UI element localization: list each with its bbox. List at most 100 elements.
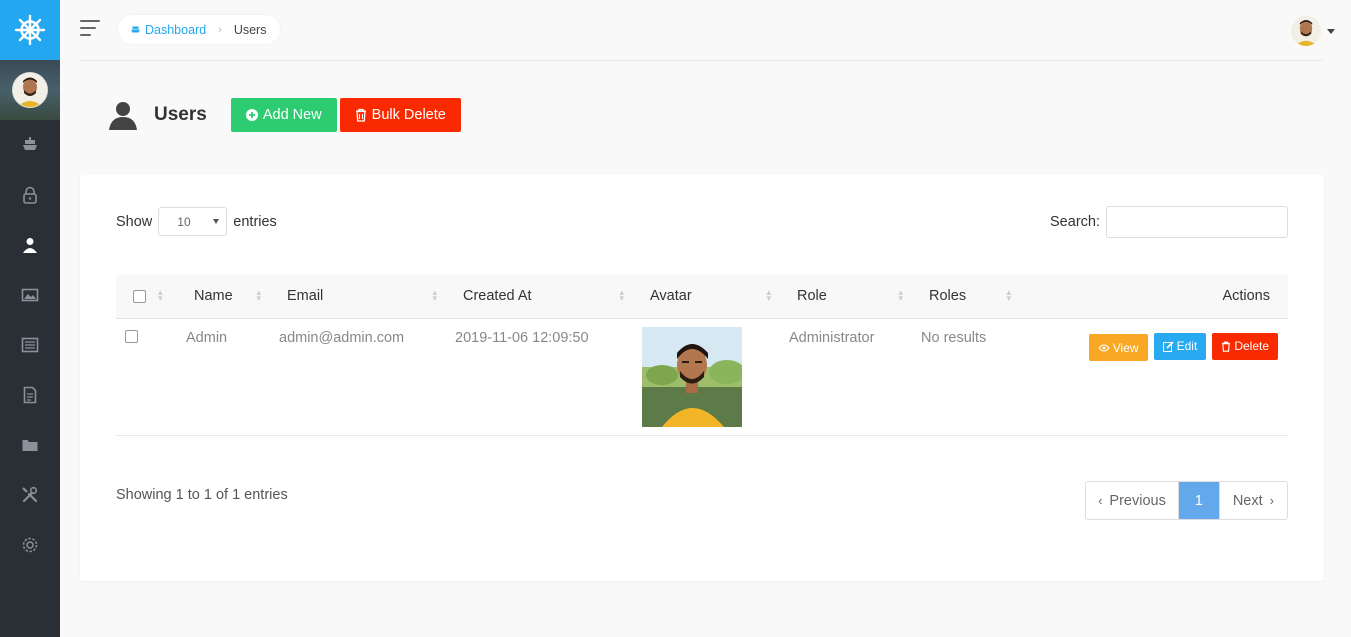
trash-icon [355,108,366,122]
next-page-button[interactable]: Next › [1218,482,1287,519]
avatar [1291,16,1321,46]
cell-name: Admin [186,329,228,346]
user-avatar-image [642,326,742,427]
header-avatar[interactable]: Avatar ▴ ▾ [630,275,777,318]
header-name[interactable]: Name ▴ ▾ [174,275,267,318]
header-role[interactable]: Role ▴ ▾ [777,275,909,318]
view-label: View [1112,340,1139,355]
page-title: Users [154,104,207,125]
bulk-delete-button[interactable]: Bulk Delete [339,98,461,132]
header-roles-label: Roles [929,288,967,305]
brand-logo[interactable] [0,0,60,60]
breadcrumb: Dashboard › Users [118,15,281,44]
previous-label: Previous [1109,492,1166,509]
edit-icon [1162,340,1174,352]
sort-icon: ▴ ▾ [256,287,261,303]
sidebar-item-roles[interactable] [0,170,60,220]
header-actions-label: Actions [1222,288,1270,305]
eye-icon [1098,344,1110,351]
sidebar-item-categories[interactable] [0,420,60,470]
cell-role: Administrator [789,329,875,346]
sidebar-item-posts[interactable] [0,320,60,370]
cell-roles: No results [921,329,987,346]
page-size-select[interactable]: 10 [158,207,228,236]
table-row: Admin admin@admin.com 2019-11-06 12:09:5… [116,318,1288,435]
show-label: Show [116,213,153,230]
header-created-at-label: Created At [463,288,532,305]
select-all-checkbox[interactable] [133,289,146,303]
document-icon [23,386,37,404]
sidebar-item-users[interactable] [0,220,60,270]
delete-button[interactable]: Delete [1212,332,1278,360]
previous-page-button[interactable]: ‹ Previous [1086,482,1179,519]
plus-circle-icon [245,109,258,121]
page-size-value: 10 [177,214,191,229]
chevron-right-icon: › [1269,493,1274,508]
table-info: Showing 1 to 1 of 1 entries [116,487,288,503]
folder-icon [22,440,38,451]
sort-icon: ▴ ▾ [619,287,624,303]
row-checkbox[interactable] [125,329,138,343]
chevron-left-icon: ‹ [1098,493,1103,508]
table-header-row: ▴ ▾ Name ▴ ▾ Email ▴ ▾ Created At ▴ ▾ Avatar… [116,275,1288,318]
breadcrumb-dashboard-link[interactable]: Dashboard [130,23,206,37]
edit-button[interactable]: Edit [1153,332,1207,360]
chevron-down-icon [1327,28,1335,34]
cell-avatar [630,318,777,435]
breadcrumb-current: Users [233,22,267,37]
add-new-button[interactable]: Add New [230,98,337,132]
gear-icon [22,537,38,553]
pagination: ‹ Previous 1 Next › [1085,481,1288,520]
chevron-down-icon [213,219,220,224]
cell-email: admin@admin.com [279,329,405,346]
trash-icon [1222,341,1231,352]
cell-actions: View Edit Delete [1007,318,1288,435]
sort-icon: ▴ ▾ [432,287,437,303]
header-actions: Actions [1007,275,1288,318]
header-email[interactable]: Email ▴ ▾ [267,275,443,318]
sidebar-item-dashboard[interactable] [0,120,60,170]
search-control: Search: [1050,206,1288,238]
sort-icon: ▴ ▾ [766,287,771,303]
delete-label: Delete [1234,339,1269,353]
next-label: Next [1232,492,1263,509]
search-input[interactable] [1106,206,1288,238]
breadcrumb-dashboard-label: Dashboard [145,22,207,37]
user-menu-toggle[interactable] [1291,16,1335,46]
users-panel: Show 10 entries Search: ▴ ▾ Name ▴ ▾ Ema… [80,175,1324,581]
sort-icon: ▴ ▾ [898,287,903,303]
edit-label: Edit [1176,339,1198,353]
topbar: Dashboard › Users [60,0,1351,61]
breadcrumb-separator: › [218,23,222,36]
lock-icon [23,186,37,204]
boat-icon [23,137,37,150]
header-avatar-label: Avatar [650,288,692,305]
menu-toggle-button[interactable] [80,20,100,38]
bulk-delete-label: Bulk Delete [371,107,446,123]
sidebar-item-media[interactable] [0,270,60,320]
sidebar [0,0,60,637]
page-header: Users Add New Bulk Delete [108,98,461,132]
user-icon [23,238,37,253]
news-icon [21,337,39,353]
boat-icon [131,26,140,33]
sidebar-user-avatar[interactable] [0,60,60,120]
ship-wheel-icon [14,14,46,46]
user-icon [109,102,137,130]
header-email-label: Email [287,288,324,305]
header-roles[interactable]: Roles ▴ ▾ [909,275,1011,318]
header-created-at[interactable]: Created At ▴ ▾ [443,275,630,318]
cell-created-at: 2019-11-06 12:09:50 [455,329,589,346]
add-new-label: Add New [262,107,322,123]
divider [80,60,1323,61]
sidebar-item-tools[interactable] [0,470,60,520]
search-label: Search: [1050,214,1100,230]
page-1-button[interactable]: 1 [1178,482,1219,519]
sidebar-item-settings[interactable] [0,520,60,570]
header-name-label: Name [194,288,233,305]
sidebar-item-pages[interactable] [0,370,60,420]
view-button[interactable]: View [1088,334,1148,361]
page-length-control: Show 10 entries [116,207,277,236]
images-icon [21,288,39,302]
sort-icon: ▴ ▾ [158,287,163,303]
